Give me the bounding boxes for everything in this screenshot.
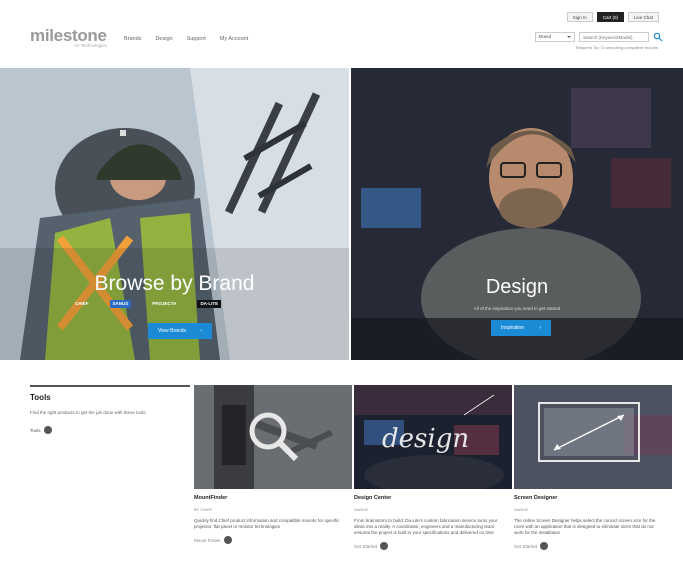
search-input[interactable]: [579, 32, 649, 42]
tools-description: Find the right products to get the job d…: [30, 410, 146, 415]
tools-divider: [30, 385, 190, 387]
tools-title: Tools: [30, 393, 51, 402]
search-icon[interactable]: [653, 32, 663, 42]
card-link-label: Get Started: [514, 543, 538, 549]
card-link-label: Get Started: [354, 543, 378, 549]
chevron-right-icon: ›: [200, 328, 202, 334]
design-script-graphic: design: [382, 424, 469, 454]
cart-button[interactable]: Cart (0): [596, 12, 624, 22]
card-link-label: Mount Finder: [194, 537, 221, 543]
tools-link-label: Tools: [30, 427, 41, 433]
card-link[interactable]: Mount Finder: [194, 536, 352, 544]
main-nav: Brands Design Support My Account: [124, 36, 248, 42]
arrow-circle-icon: [43, 426, 52, 434]
brand-logos: CHIEF SANUS PROJECTA DA-LITE: [72, 300, 222, 308]
tools-link[interactable]: Tools: [30, 426, 190, 434]
card-title: MountFinder: [194, 495, 228, 501]
chevron-right-icon: ›: [539, 325, 541, 331]
card-link[interactable]: Get Started: [514, 542, 672, 550]
logo[interactable]: milestone AV Technologies: [30, 26, 110, 52]
site-header: milestone AV Technologies Brands Design …: [0, 0, 683, 68]
card-tag: SANUS: [514, 507, 528, 512]
search-hint: Required Tip: To searching compatible mo…: [575, 45, 658, 50]
nav-brands[interactable]: Brands: [124, 36, 141, 42]
card-link[interactable]: Get Started: [354, 542, 512, 550]
hero-design-subtitle: All of the inspiration you need to get s…: [473, 306, 561, 311]
brand-logo-dalite[interactable]: DA-LITE: [197, 300, 222, 308]
logo-subtext: AV Technologies: [74, 43, 108, 48]
nav-design[interactable]: Design: [155, 36, 172, 42]
inspiration-label: Inspiration: [501, 325, 525, 331]
nav-support[interactable]: Support: [187, 36, 206, 42]
screen-diagram-image: [514, 385, 672, 489]
hero-brand-title: Browse by Brand: [94, 272, 255, 295]
card-description: From brainstorm to build: Da-Lite's cust…: [354, 518, 498, 535]
card-mountfinder[interactable]: MountFinder BY CHIEF Quickly find Chief …: [194, 385, 352, 544]
hero-design[interactable]: Design All of the inspiration you need t…: [351, 68, 683, 360]
card-tag: BY CHIEF: [194, 507, 213, 512]
card-design-center[interactable]: design Design Center SANUS From brainsto…: [354, 385, 512, 550]
card-description: Quickly find Chief product information a…: [194, 518, 340, 529]
page: milestone AV Technologies Brands Design …: [0, 0, 683, 583]
card-description: The online Screen Designer helps select …: [514, 518, 656, 535]
nav-my-account[interactable]: My Account: [220, 36, 248, 42]
card-screen-designer[interactable]: Screen Designer SANUS The online Screen …: [514, 385, 672, 550]
inspiration-button[interactable]: Inspiration ›: [491, 320, 551, 336]
brand-logo-chief[interactable]: CHIEF: [72, 300, 92, 308]
utility-bar: Sign In Cart (0) Live Chat: [566, 12, 659, 22]
hero-browse-by-brand[interactable]: Browse by Brand CHIEF SANUS PROJECTA DA-…: [0, 68, 349, 360]
brand-logo-sanus[interactable]: SANUS: [109, 300, 132, 308]
installer-photo: [0, 68, 349, 360]
view-brands-label: View Brands: [158, 328, 186, 334]
card-title: Design Center: [354, 495, 392, 501]
mount-magnifier-image: [194, 385, 352, 489]
arrow-circle-icon: [380, 542, 389, 550]
tools-section: Tools Find the right products to get the…: [30, 385, 190, 434]
hero-design-title: Design: [485, 276, 549, 298]
view-brands-button[interactable]: View Brands ›: [148, 323, 212, 339]
card-title: Screen Designer: [514, 495, 558, 501]
design-center-image: design: [354, 385, 512, 489]
card-tag: SANUS: [354, 507, 368, 512]
designer-photo: [351, 68, 683, 360]
mountfinder-image: [194, 385, 352, 489]
arrow-circle-icon: [223, 536, 232, 544]
brand-logo-projecta[interactable]: PROJECTA: [149, 300, 179, 308]
arrow-circle-icon: [540, 542, 549, 550]
screen-designer-image: [514, 385, 672, 489]
search-category-select[interactable]: Brand: [535, 32, 575, 42]
design-room-image: design: [354, 385, 512, 489]
search-bar: Brand: [535, 32, 663, 42]
live-chat-button[interactable]: Live Chat: [627, 12, 659, 22]
sign-in-button[interactable]: Sign In: [566, 12, 593, 22]
